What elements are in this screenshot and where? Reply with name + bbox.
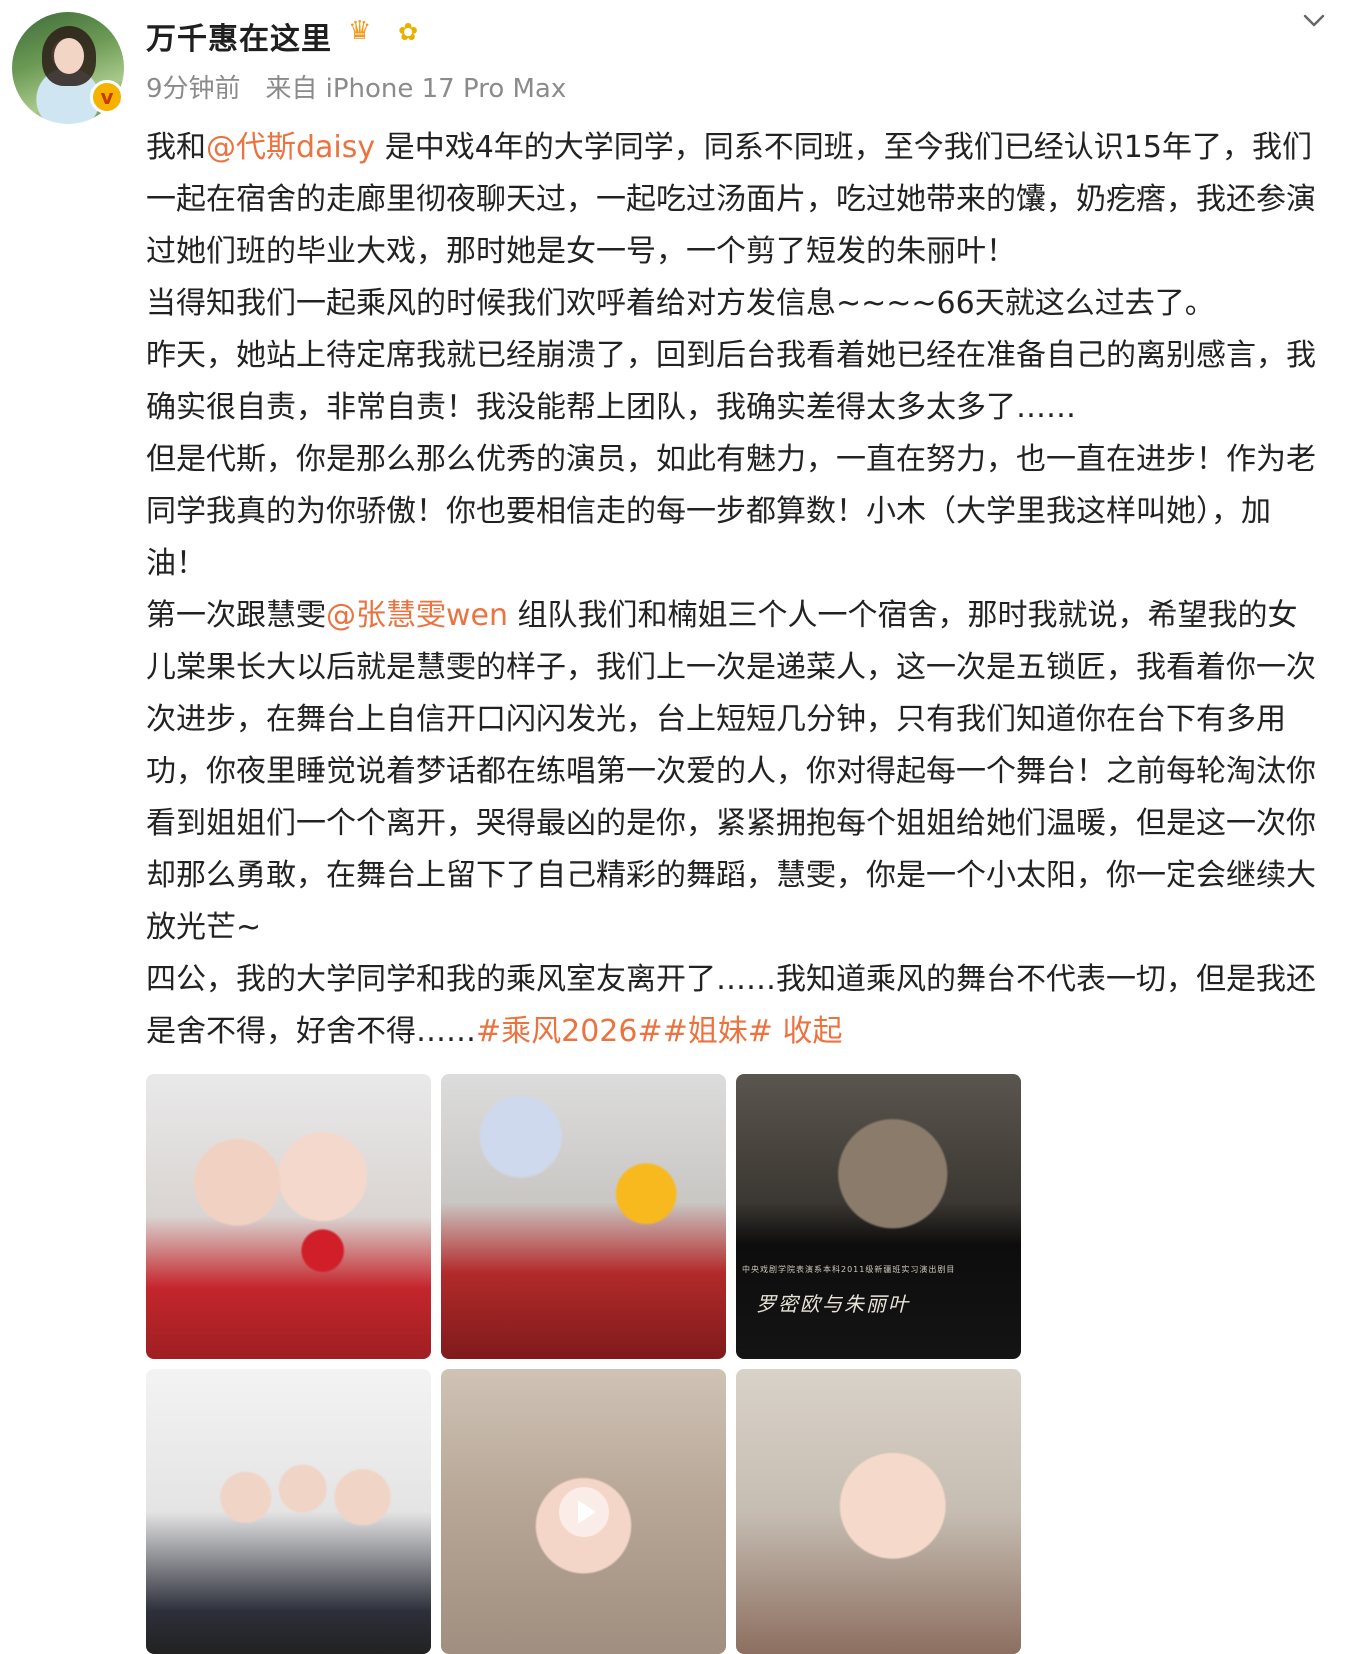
post-image-4[interactable] [146,1369,431,1654]
post-text: 但是代斯，你是那么那么优秀的演员，如此有魅力，一直在努力，也一直在进步！作为老同… [146,442,1316,581]
post-meta: 9分钟前 来自 iPhone 17 Pro Max [146,68,566,105]
hashtag-link[interactable]: #乘风2026# [476,1014,663,1049]
post-text: 我和 [146,130,206,165]
mention-link[interactable]: @代斯daisy [206,130,375,165]
avatar-face [54,38,84,74]
post-image-6[interactable] [736,1369,1021,1654]
post-image-2[interactable] [441,1074,726,1359]
post-video-1[interactable] [441,1369,726,1654]
post-image-3[interactable]: 中央戏剧学院表演系本科2011级新疆班实习演出剧目 罗密欧与朱丽叶 [736,1074,1021,1359]
post-paragraph: 昨天，她站上待定席我就已经崩溃了，回到后台我看着她已经在准备自己的离别感言，我确… [146,330,1316,434]
post-paragraph: 我和@代斯daisy 是中戏4年的大学同学，同系不同班，至今我们已经认识15年了… [146,122,1316,278]
author-name[interactable]: 万千惠在这里 [146,14,332,58]
post-paragraph: 第一次跟慧雯@张慧雯wen 组队我们和楠姐三个人一个宿舍，那时我就说，希望我的女… [146,590,1316,954]
post-source[interactable]: 来自 iPhone 17 Pro Max [265,74,566,104]
verified-badge-icon: v [90,80,124,114]
hashtag-link[interactable]: #姐妹# [663,1014,773,1049]
post-paragraph: 但是代斯，你是那么那么优秀的演员，如此有魅力，一直在努力，也一直在进步！作为老同… [146,434,1316,590]
post-content: 我和@代斯daisy 是中戏4年的大学同学，同系不同班，至今我们已经认识15年了… [146,122,1316,1058]
post-text: 当得知我们一起乘风的时候我们欢呼着给对方发信息~~~~66天就这么过去了。 [146,286,1215,321]
post-text: 昨天，她站上待定席我就已经崩溃了，回到后台我看着她已经在准备自己的离别感言，我确… [146,338,1316,425]
crown-icon: ♛ [348,16,372,46]
sunflower-icon: ✿ [398,18,419,46]
image-small-caption: 中央戏剧学院表演系本科2011级新疆班实习演出剧目 [742,1265,956,1274]
post-text: 组队我们和楠姐三个人一个宿舍，那时我就说，希望我的女儿棠果长大以后就是慧雯的样子… [146,598,1316,945]
post-paragraph: 四公，我的大学同学和我的乘风室友离开了……我知道乘风的舞台不代表一切，但是我还是… [146,954,1316,1058]
post-image-1[interactable] [146,1074,431,1359]
chevron-down-icon[interactable] [1302,8,1326,32]
image-caption: 罗密欧与朱丽叶 [756,1292,910,1316]
post-text: 第一次跟慧雯 [146,598,326,633]
collapse-link[interactable]: 收起 [773,1014,842,1049]
post-paragraph: 当得知我们一起乘风的时候我们欢呼着给对方发信息~~~~66天就这么过去了。 [146,278,1316,330]
post-time: 9分钟前 [146,74,241,104]
mention-link[interactable]: @张慧雯wen [326,598,508,633]
play-icon[interactable] [559,1487,609,1537]
